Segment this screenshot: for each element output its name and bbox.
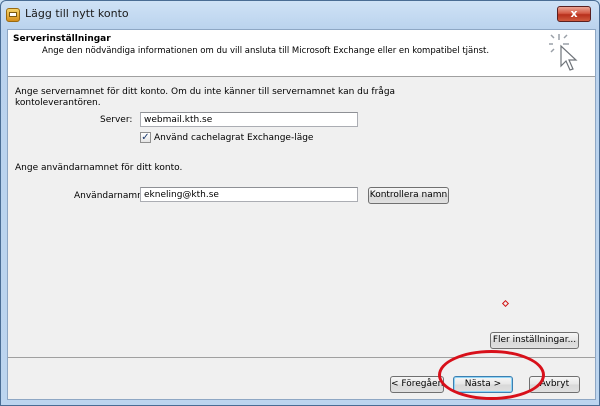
title-bar[interactable]: Lägg till nytt konto x [1, 1, 599, 29]
server-label: Server: [100, 115, 133, 125]
server-input[interactable] [140, 112, 358, 127]
account-setup-window: Lägg till nytt konto x Serverinställning… [0, 0, 600, 406]
close-button[interactable]: x [557, 6, 591, 22]
username-label: Användarnamn: [74, 191, 146, 201]
page-title: Serverinställningar [13, 34, 111, 44]
cached-mode-checkbox[interactable]: ✓ [140, 132, 151, 143]
more-settings-button[interactable]: Fler inställningar... [490, 332, 579, 349]
annotation-circle [438, 350, 545, 400]
cached-mode-label: Använd cachelagrat Exchange-läge [154, 133, 314, 143]
wizard-header: Serverinställningar Ange den nödvändiga … [8, 30, 595, 77]
back-button[interactable]: < Föregående [390, 376, 444, 393]
settings-panel: Ange servernamnet för ditt konto. Om du … [8, 77, 595, 358]
window-title: Lägg till nytt konto [25, 7, 129, 20]
username-instruction: Ange användarnamnet för ditt konto. [15, 163, 183, 173]
username-input[interactable] [140, 187, 358, 202]
page-subtitle: Ange den nödvändiga informationen om du … [42, 46, 490, 56]
cursor-sparkle-icon [549, 34, 578, 71]
server-instruction: Ange servernamnet för ditt konto. Om du … [15, 87, 396, 108]
dialog-body: Serverinställningar Ange den nödvändiga … [7, 29, 596, 400]
mail-app-icon [6, 8, 20, 22]
red-marker-icon [501, 299, 510, 308]
check-name-button[interactable]: Kontrollera namn [368, 187, 449, 204]
